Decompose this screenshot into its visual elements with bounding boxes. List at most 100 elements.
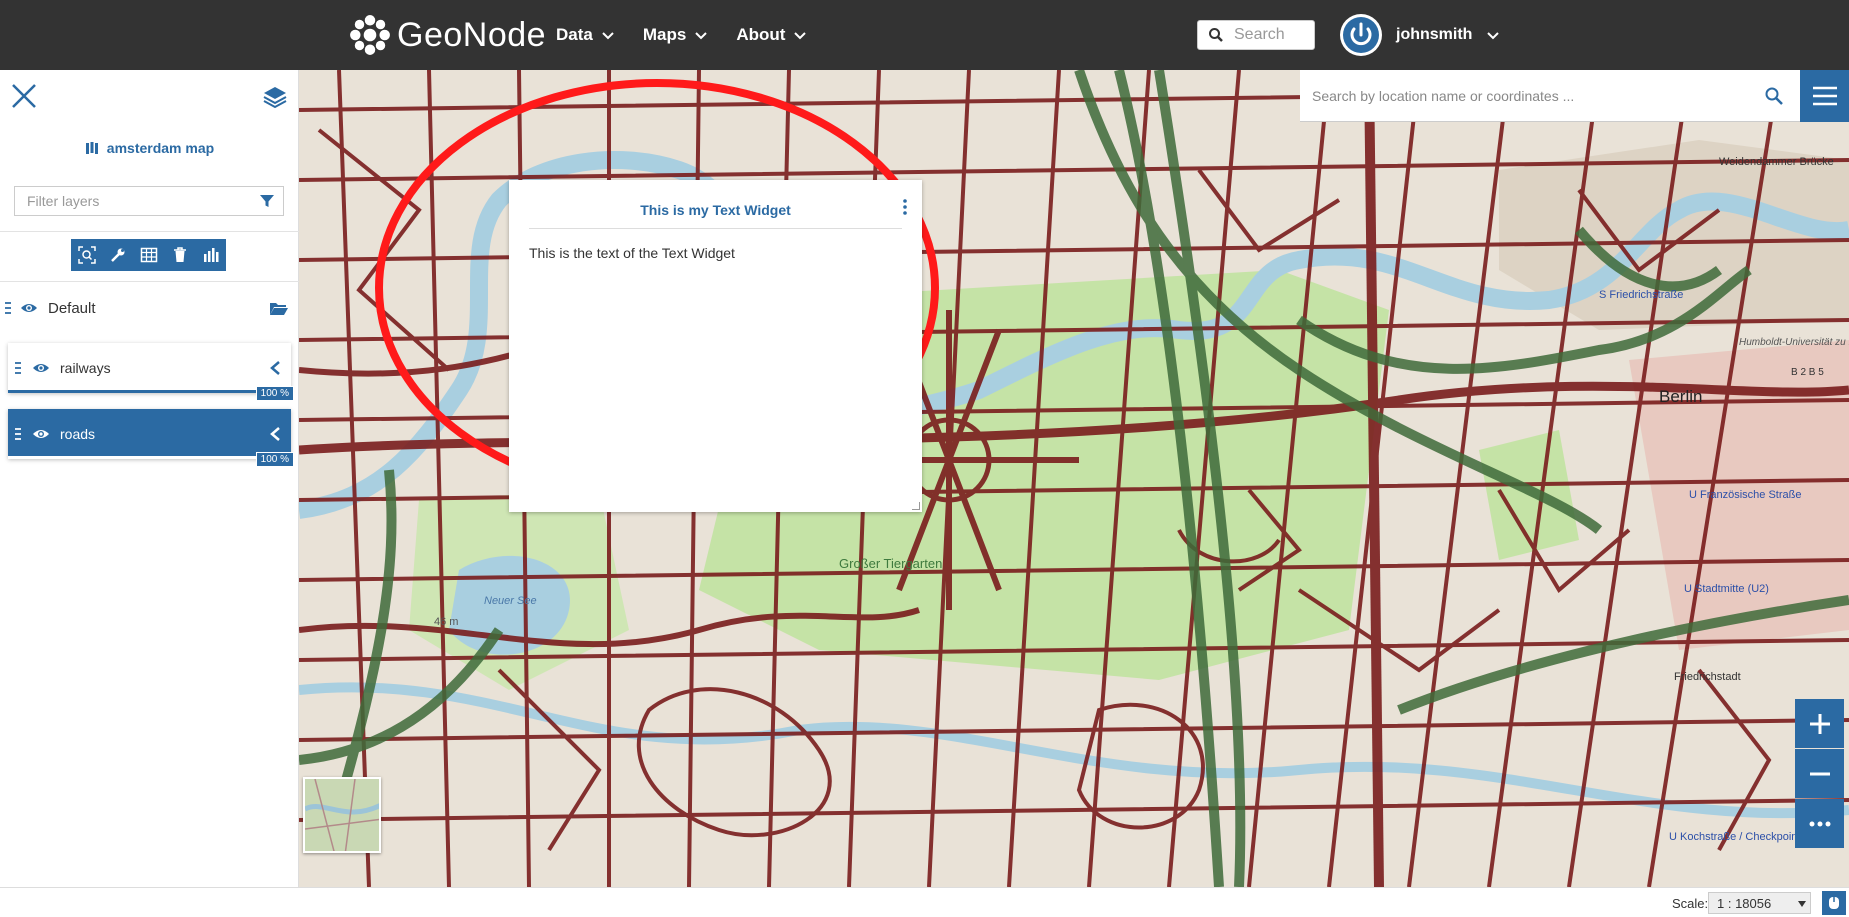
map-label-bridge: Weidendammer Brücke: [1719, 156, 1834, 168]
wrench-icon: [110, 248, 124, 262]
table-icon: [140, 247, 157, 263]
resize-handle[interactable]: [912, 502, 920, 510]
map-title-text: amsterdam map: [106, 140, 215, 156]
map-label-uni: Humboldt-Universität zu Berlin: [1739, 337, 1849, 348]
zoom-out-button[interactable]: [1795, 749, 1844, 798]
opacity-bar: [8, 456, 291, 459]
layer-item-roads[interactable]: roads 100 %: [8, 409, 294, 467]
caret-down-icon: [1798, 901, 1806, 907]
widget-title: This is my Text Widget: [529, 202, 902, 229]
map-label-station: U Stadtmitte (U2): [1684, 583, 1769, 595]
opacity-bar: [8, 390, 291, 393]
close-icon[interactable]: [10, 82, 38, 110]
attribute-table-button[interactable]: [133, 239, 164, 271]
location-search-input[interactable]: [1300, 87, 1764, 104]
minus-icon: [1809, 772, 1830, 775]
mouse-icon: [1829, 897, 1839, 909]
text-widget[interactable]: This is my Text Widget This is the text …: [509, 180, 922, 512]
group-label: Default: [48, 299, 96, 317]
zoom-to-layer-button[interactable]: [71, 239, 102, 271]
chevron-left-icon[interactable]: [269, 360, 281, 376]
layer-name: roads: [60, 426, 96, 442]
widget-body: This is the text of the Text Widget: [529, 245, 735, 261]
burger-menu-button[interactable]: [1800, 70, 1849, 122]
overview-map[interactable]: [303, 777, 381, 853]
map-viewer[interactable]: Berlin Neuer See Großer Tiergarten 46 m …: [299, 70, 1849, 887]
layer-group-default[interactable]: Default: [0, 293, 299, 323]
map-footer: Scale: 1 : 18056: [0, 887, 1849, 917]
menu-maps[interactable]: Maps: [643, 20, 708, 50]
eye-icon[interactable]: [32, 427, 50, 441]
zoom-to-extent-icon: [77, 246, 96, 264]
search-icon: [1209, 28, 1223, 42]
power-icon: [1343, 17, 1379, 53]
table-of-contents: amsterdam map Filter layers Default rail…: [0, 70, 299, 887]
filter-icon: [260, 195, 274, 207]
map-label-station: U Französische Straße: [1689, 489, 1801, 501]
map-label-station: S Friedrichstraße: [1599, 289, 1683, 301]
chevron-down-icon: [1487, 32, 1500, 40]
top-search: [1197, 20, 1315, 50]
map-label-elevation: 46 m: [434, 616, 458, 628]
main-menu: Data Maps About: [556, 20, 835, 50]
menu-data[interactable]: Data: [556, 20, 615, 50]
username: johnsmith: [1396, 26, 1473, 43]
layer-settings-button[interactable]: [102, 239, 133, 271]
user-menu[interactable]: johnsmith: [1340, 14, 1500, 56]
divider: [0, 281, 299, 282]
trash-icon: [173, 247, 186, 262]
opacity-badge: 100 %: [255, 386, 294, 401]
eye-icon[interactable]: [32, 361, 50, 375]
menu-icon: [1812, 86, 1837, 106]
avatar: [1340, 14, 1382, 56]
layer-item-railways[interactable]: railways 100 %: [8, 343, 294, 401]
eye-icon[interactable]: [20, 301, 38, 315]
scale-value: 1 : 18056: [1717, 895, 1772, 911]
menu-data-label: Data: [556, 25, 593, 44]
geonode-logo[interactable]: GeoNode: [349, 10, 546, 60]
filter-layers-input[interactable]: [15, 187, 259, 215]
map-title: amsterdam map: [0, 140, 299, 156]
drag-handle-icon[interactable]: [4, 301, 12, 315]
folder-open-icon[interactable]: [269, 300, 289, 316]
opacity-badge: 100 %: [255, 452, 294, 467]
map-label-district: Friedrichstadt: [1674, 671, 1741, 683]
chevron-down-icon: [602, 32, 614, 40]
filter-layers: [14, 186, 284, 216]
delete-layer-button[interactable]: [164, 239, 195, 271]
menu-about-label: About: [736, 25, 786, 44]
more-tools-button[interactable]: [1795, 799, 1844, 848]
chevron-down-icon: [695, 32, 708, 40]
brand-name: GeoNode: [397, 15, 547, 54]
scale-dropdown[interactable]: 1 : 18056: [1708, 892, 1811, 914]
map-label-park: Großer Tiergarten: [839, 556, 942, 571]
map-icon: [85, 142, 98, 154]
top-navbar: GeoNode Data Maps About Search johnsmith: [0, 0, 1849, 70]
search-icon[interactable]: [1764, 86, 1784, 106]
menu-maps-label: Maps: [642, 25, 687, 44]
overview-map-thumbnail: [305, 779, 379, 851]
footer-toggle-button[interactable]: [1822, 891, 1846, 915]
scale-label: Scale:: [1672, 896, 1709, 911]
plus-icon: [1809, 713, 1830, 734]
layer-toolbar: [71, 239, 226, 271]
map-label-lake: Neuer See: [484, 595, 537, 607]
drag-handle-icon[interactable]: [14, 361, 22, 375]
chevron-down-icon: [794, 32, 807, 40]
chevron-left-icon[interactable]: [269, 426, 281, 442]
layers-icon: [263, 87, 287, 109]
map-label-road: B 2 B 5: [1791, 367, 1824, 378]
bar-chart-icon: [203, 248, 218, 262]
vertical-dots-icon[interactable]: [902, 198, 908, 216]
divider: [0, 231, 299, 232]
geonode-logo-icon: [350, 15, 390, 55]
ellipsis-icon: [1809, 821, 1830, 826]
top-search-input[interactable]: [1234, 26, 1310, 44]
drag-handle-icon[interactable]: [14, 427, 22, 441]
widgets-button[interactable]: [195, 239, 226, 271]
map-label-city: Berlin: [1659, 387, 1702, 406]
layer-name: railways: [60, 360, 111, 376]
zoom-in-button[interactable]: [1795, 699, 1844, 748]
location-search: [1300, 70, 1800, 122]
menu-about[interactable]: About: [736, 20, 807, 50]
